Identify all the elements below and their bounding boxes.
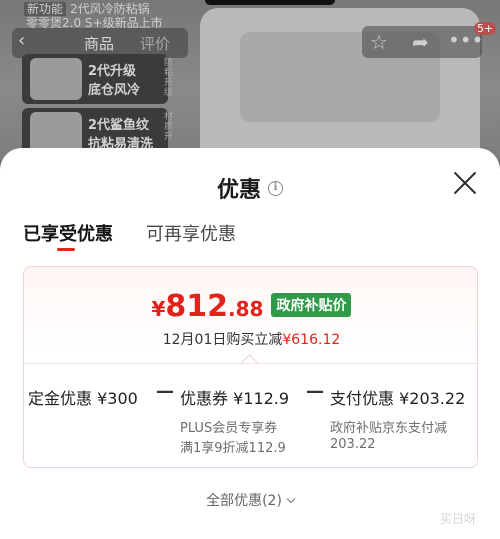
back-icon[interactable]: ‹: [18, 30, 25, 51]
feature-title: 2代升级: [88, 64, 137, 79]
discount-card: ¥812.88 政府补贴价 12月01日购买立减¥616.12 定金优惠 ¥300…: [23, 266, 478, 468]
final-price: ¥812.88 政府补贴价: [24, 289, 477, 324]
chevron-down-icon: [286, 494, 296, 504]
all-offers-label: 全部优惠(2): [206, 493, 282, 509]
minus-operator: —: [306, 381, 324, 402]
coupon-desc-line: PLUS会员专享券: [180, 421, 278, 436]
action-icons: ☆ ➦ •••: [362, 26, 483, 58]
feature-subtitle: 底仓风冷: [88, 83, 141, 98]
feature-image: [30, 58, 82, 100]
info-icon[interactable]: i: [268, 180, 283, 196]
share-icon[interactable]: ➦: [412, 30, 429, 54]
all-offers-link[interactable]: 全部优惠(2): [0, 490, 500, 510]
product-page-background: 新功能 2代风冷防粘锅 零零煲2.0 S+级新品上市 ‹ 商品 评价 2代升级 底…: [0, 0, 500, 160]
payment-desc-line: 203.22: [330, 437, 376, 452]
subsidy-price-badge: 政府补贴价: [271, 293, 352, 317]
card-notch: [243, 357, 259, 367]
tab-more-discounts[interactable]: 可再享优惠: [146, 220, 236, 246]
feature-title: 2代鲨鱼纹: [88, 118, 150, 133]
sheet-title-text: 优惠: [216, 178, 261, 203]
deposit-discount-label: 定金优惠 ¥300: [28, 389, 138, 408]
purchase-discount-amount: ¥616.12: [282, 332, 341, 348]
coupon-discount-label: 优惠券 ¥112.9: [180, 389, 290, 408]
tab-enjoyed-discounts[interactable]: 已享受优惠: [23, 220, 113, 246]
coupon-desc-line: 满1享9折减112.9: [180, 441, 286, 456]
price-decimal: .88: [228, 297, 264, 321]
feature-card: 2代升级 底仓风冷 防粘升级: [22, 54, 173, 104]
cart-count-badge: 5+: [474, 22, 497, 35]
payment-discount-label: 支付优惠 ¥203.22: [330, 389, 466, 408]
star-icon[interactable]: ☆: [370, 30, 388, 54]
nav-tab-product[interactable]: 商品: [84, 33, 114, 54]
active-tab-indicator: [57, 248, 75, 251]
close-icon[interactable]: [452, 170, 478, 196]
currency-symbol: ¥: [151, 297, 166, 321]
status-bar-pill: [205, 0, 335, 5]
minus-operator: —: [156, 381, 174, 402]
nav-tab-reviews[interactable]: 评价: [140, 33, 170, 54]
card-divider: [24, 363, 477, 364]
price-integer: 812: [165, 289, 229, 324]
feature-side-label: 材质升: [164, 112, 174, 142]
feature-side-label: 防粘升级: [164, 58, 174, 98]
purchase-discount-prefix: 12月01日购买立减: [162, 332, 283, 348]
purchase-discount-line: 12月01日购买立减¥616.12: [24, 329, 477, 349]
payment-desc-line: 政府补贴京东支付减: [330, 421, 448, 436]
watermark: 买日呀: [440, 512, 477, 526]
discount-sheet: 优惠 i 已享受优惠 可再享优惠 ¥812.88 政府补贴价 12月01日购买立减¥…: [0, 148, 500, 539]
sheet-title: 优惠 i: [0, 172, 500, 204]
